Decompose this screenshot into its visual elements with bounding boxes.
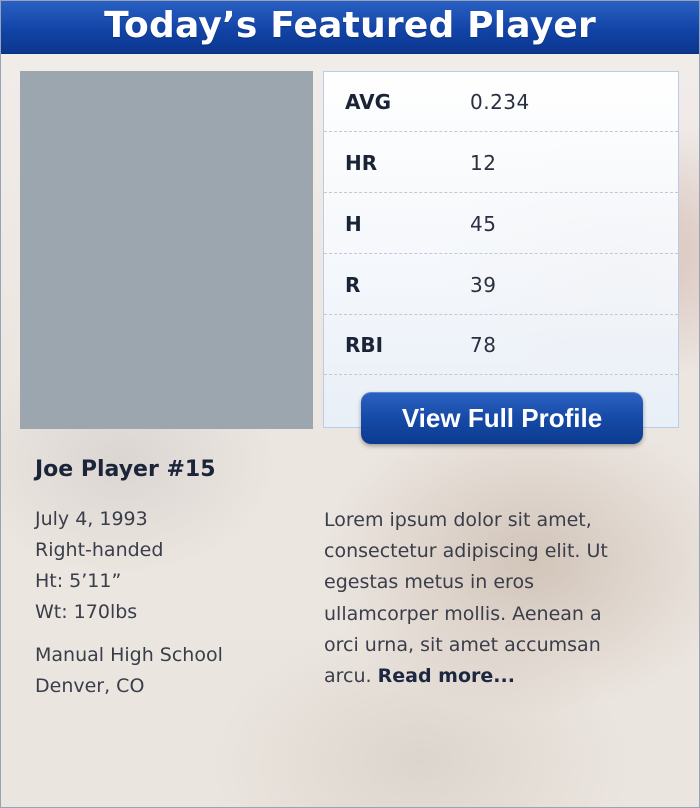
stat-row-h: H 45 bbox=[324, 194, 678, 254]
stat-row-avg: AVG 0.234 bbox=[324, 72, 678, 132]
stat-label: HR bbox=[345, 151, 378, 175]
bio-last-line: arcu. Read more... bbox=[324, 661, 679, 692]
featured-player-widget: Today’s Featured Player AVG 0.234 HR 12 … bbox=[0, 0, 700, 808]
stat-row-r: R 39 bbox=[324, 255, 678, 315]
stat-label: R bbox=[345, 273, 361, 297]
page-title: Today’s Featured Player bbox=[104, 5, 596, 46]
player-photo-placeholder bbox=[20, 71, 313, 429]
player-height: Ht: 5’11” bbox=[35, 570, 122, 592]
stat-value: 78 bbox=[470, 333, 497, 357]
bio-line-text: arcu. bbox=[324, 665, 372, 688]
stats-table: AVG 0.234 HR 12 H 45 R 39 RBI 78 bbox=[323, 71, 679, 428]
player-bio: Lorem ipsum dolor sit amet, consectetur … bbox=[324, 505, 679, 692]
stat-label: AVG bbox=[345, 90, 392, 114]
player-school: Manual High School bbox=[35, 644, 223, 666]
stat-label: H bbox=[345, 212, 362, 236]
player-birthdate: July 4, 1993 bbox=[35, 508, 148, 530]
player-location: Denver, CO bbox=[35, 675, 145, 697]
stat-row-hr: HR 12 bbox=[324, 133, 678, 193]
read-more-link[interactable]: Read more... bbox=[378, 665, 515, 687]
bio-line: Lorem ipsum dolor sit amet, bbox=[324, 509, 592, 531]
player-handedness: Right-handed bbox=[35, 539, 164, 561]
stat-value: 45 bbox=[470, 212, 497, 236]
stat-row-rbi: RBI 78 bbox=[324, 315, 678, 375]
bio-line: consectetur adipiscing elit. Ut bbox=[324, 540, 608, 563]
player-weight: Wt: 170lbs bbox=[35, 601, 138, 623]
view-full-profile-button[interactable]: View Full Profile bbox=[361, 392, 643, 444]
stat-label: RBI bbox=[345, 333, 384, 357]
stat-value: 0.234 bbox=[470, 90, 530, 114]
header-bar: Today’s Featured Player bbox=[1, 1, 699, 54]
bio-line: orci urna, sit amet accumsan bbox=[324, 633, 601, 656]
bio-line: egestas metus in eros bbox=[324, 571, 534, 594]
stat-value: 12 bbox=[470, 151, 497, 175]
bio-line: ullamcorper mollis. Aenean a bbox=[324, 602, 602, 625]
stat-value: 39 bbox=[470, 273, 497, 297]
player-name: Joe Player #15 bbox=[35, 457, 216, 482]
